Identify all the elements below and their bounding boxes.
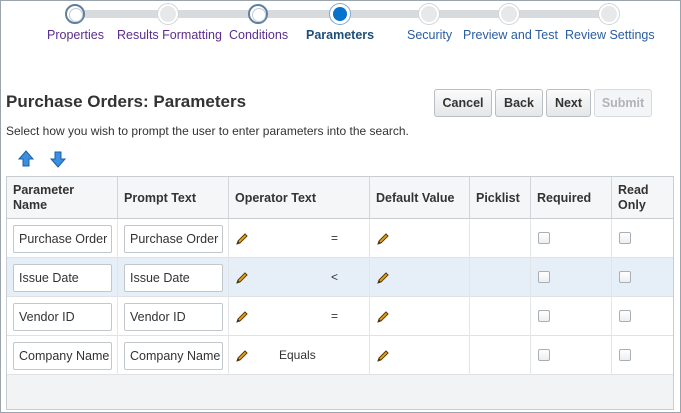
cancel-button[interactable]: Cancel	[434, 89, 492, 117]
prompt-text-input[interactable]: Vendor ID	[124, 303, 223, 331]
parameters-table: Parameter Name Prompt Text Operator Text…	[6, 176, 674, 410]
required-cell	[531, 336, 612, 375]
table-row[interactable]: Vendor ID Vendor ID =	[7, 297, 673, 336]
parameter-name-cell: Company Name	[7, 336, 118, 375]
read-only-cell	[612, 336, 673, 375]
train-line-remaining	[340, 10, 610, 18]
process-train: Properties Results Formatting Conditions…	[0, 0, 681, 48]
train-stop-preview-and-test-icon[interactable]	[499, 4, 519, 24]
train-stop-parameters-icon	[330, 4, 350, 24]
operator-value: =	[331, 309, 339, 323]
prompt-text-cell: Purchase Order	[118, 219, 229, 258]
read-only-checkbox[interactable]	[619, 310, 631, 322]
parameter-name-cell: Vendor ID	[7, 297, 118, 336]
parameter-name-input[interactable]: Company Name	[13, 342, 112, 370]
required-cell	[531, 219, 612, 258]
train-stop-conditions[interactable]: Conditions	[229, 28, 288, 42]
train-stop-security-icon[interactable]	[419, 4, 439, 24]
edit-pencil-icon[interactable]	[376, 349, 390, 363]
default-value-cell	[370, 258, 470, 297]
table-header: Parameter Name Prompt Text Operator Text…	[7, 177, 673, 219]
table-row[interactable]: Company Name Company Name Equals	[7, 336, 673, 375]
read-only-cell	[612, 258, 673, 297]
required-cell	[531, 258, 612, 297]
parameter-name-cell: Issue Date	[7, 258, 118, 297]
picklist-cell	[470, 336, 531, 375]
train-stop-properties-icon[interactable]	[65, 4, 85, 24]
train-stop-security[interactable]: Security	[407, 28, 452, 42]
read-only-cell	[612, 219, 673, 258]
operator-value: <	[331, 270, 339, 284]
train-stop-review-settings-icon[interactable]	[599, 4, 619, 24]
train-line-visited	[74, 10, 340, 18]
operator-text-cell: =	[229, 219, 370, 258]
prompt-text-cell: Company Name	[118, 336, 229, 375]
edit-pencil-icon[interactable]	[235, 271, 249, 285]
column-header-required[interactable]: Required	[531, 177, 612, 219]
prompt-text-input[interactable]: Purchase Order	[124, 225, 223, 253]
prompt-text-input[interactable]: Issue Date	[124, 264, 223, 292]
submit-button: Submit	[594, 89, 652, 117]
next-button[interactable]: Next	[546, 89, 591, 117]
read-only-checkbox[interactable]	[619, 232, 631, 244]
required-checkbox[interactable]	[538, 232, 550, 244]
table-empty-area	[7, 375, 673, 409]
page-title: Purchase Orders: Parameters	[6, 92, 247, 111]
column-header-operator-text[interactable]: Operator Text	[229, 177, 370, 219]
table-row[interactable]: Purchase Order Purchase Order =	[7, 219, 673, 258]
read-only-checkbox[interactable]	[619, 349, 631, 361]
train-stop-results-formatting[interactable]: Results Formatting	[117, 28, 222, 42]
default-value-cell	[370, 219, 470, 258]
train-stop-preview-and-test[interactable]: Preview and Test	[463, 28, 558, 42]
edit-pencil-icon[interactable]	[235, 232, 249, 246]
train-stop-properties[interactable]: Properties	[47, 28, 104, 42]
read-only-cell	[612, 297, 673, 336]
default-value-cell	[370, 336, 470, 375]
read-only-checkbox[interactable]	[619, 271, 631, 283]
edit-pencil-icon[interactable]	[376, 232, 390, 246]
edit-pencil-icon[interactable]	[235, 310, 249, 324]
edit-pencil-icon[interactable]	[376, 310, 390, 324]
train-stop-conditions-icon[interactable]	[248, 4, 268, 24]
train-stop-review-settings[interactable]: Review Settings	[565, 28, 655, 42]
default-value-cell	[370, 297, 470, 336]
prompt-text-input[interactable]: Company Name	[124, 342, 223, 370]
instructions-text: Select how you wish to prompt the user t…	[6, 124, 409, 138]
column-header-picklist[interactable]: Picklist	[470, 177, 531, 219]
picklist-cell	[470, 219, 531, 258]
column-header-prompt-text[interactable]: Prompt Text	[118, 177, 229, 219]
back-button[interactable]: Back	[495, 89, 543, 117]
column-header-parameter-name[interactable]: Parameter Name	[7, 177, 118, 219]
operator-value: Equals	[279, 348, 316, 362]
operator-text-cell: Equals	[229, 336, 370, 375]
parameter-name-input[interactable]: Purchase Order	[13, 225, 112, 253]
operator-text-cell: <	[229, 258, 370, 297]
required-checkbox[interactable]	[538, 271, 550, 283]
parameter-name-input[interactable]: Vendor ID	[13, 303, 112, 331]
required-checkbox[interactable]	[538, 310, 550, 322]
move-down-icon[interactable]	[49, 150, 67, 168]
picklist-cell	[470, 258, 531, 297]
picklist-cell	[470, 297, 531, 336]
train-stop-parameters: Parameters	[306, 28, 375, 42]
required-checkbox[interactable]	[538, 349, 550, 361]
operator-value: =	[331, 231, 339, 245]
column-header-read-only[interactable]: Read Only	[612, 177, 673, 219]
prompt-text-cell: Issue Date	[118, 258, 229, 297]
prompt-text-cell: Vendor ID	[118, 297, 229, 336]
column-header-default-value[interactable]: Default Value	[370, 177, 470, 219]
table-row[interactable]: Issue Date Issue Date <	[7, 258, 673, 297]
parameter-name-cell: Purchase Order	[7, 219, 118, 258]
edit-pencil-icon[interactable]	[376, 271, 390, 285]
train-stop-results-formatting-icon[interactable]	[158, 4, 178, 24]
parameter-name-input[interactable]: Issue Date	[13, 264, 112, 292]
move-up-icon[interactable]	[17, 150, 35, 168]
required-cell	[531, 297, 612, 336]
operator-text-cell: =	[229, 297, 370, 336]
edit-pencil-icon[interactable]	[235, 349, 249, 363]
